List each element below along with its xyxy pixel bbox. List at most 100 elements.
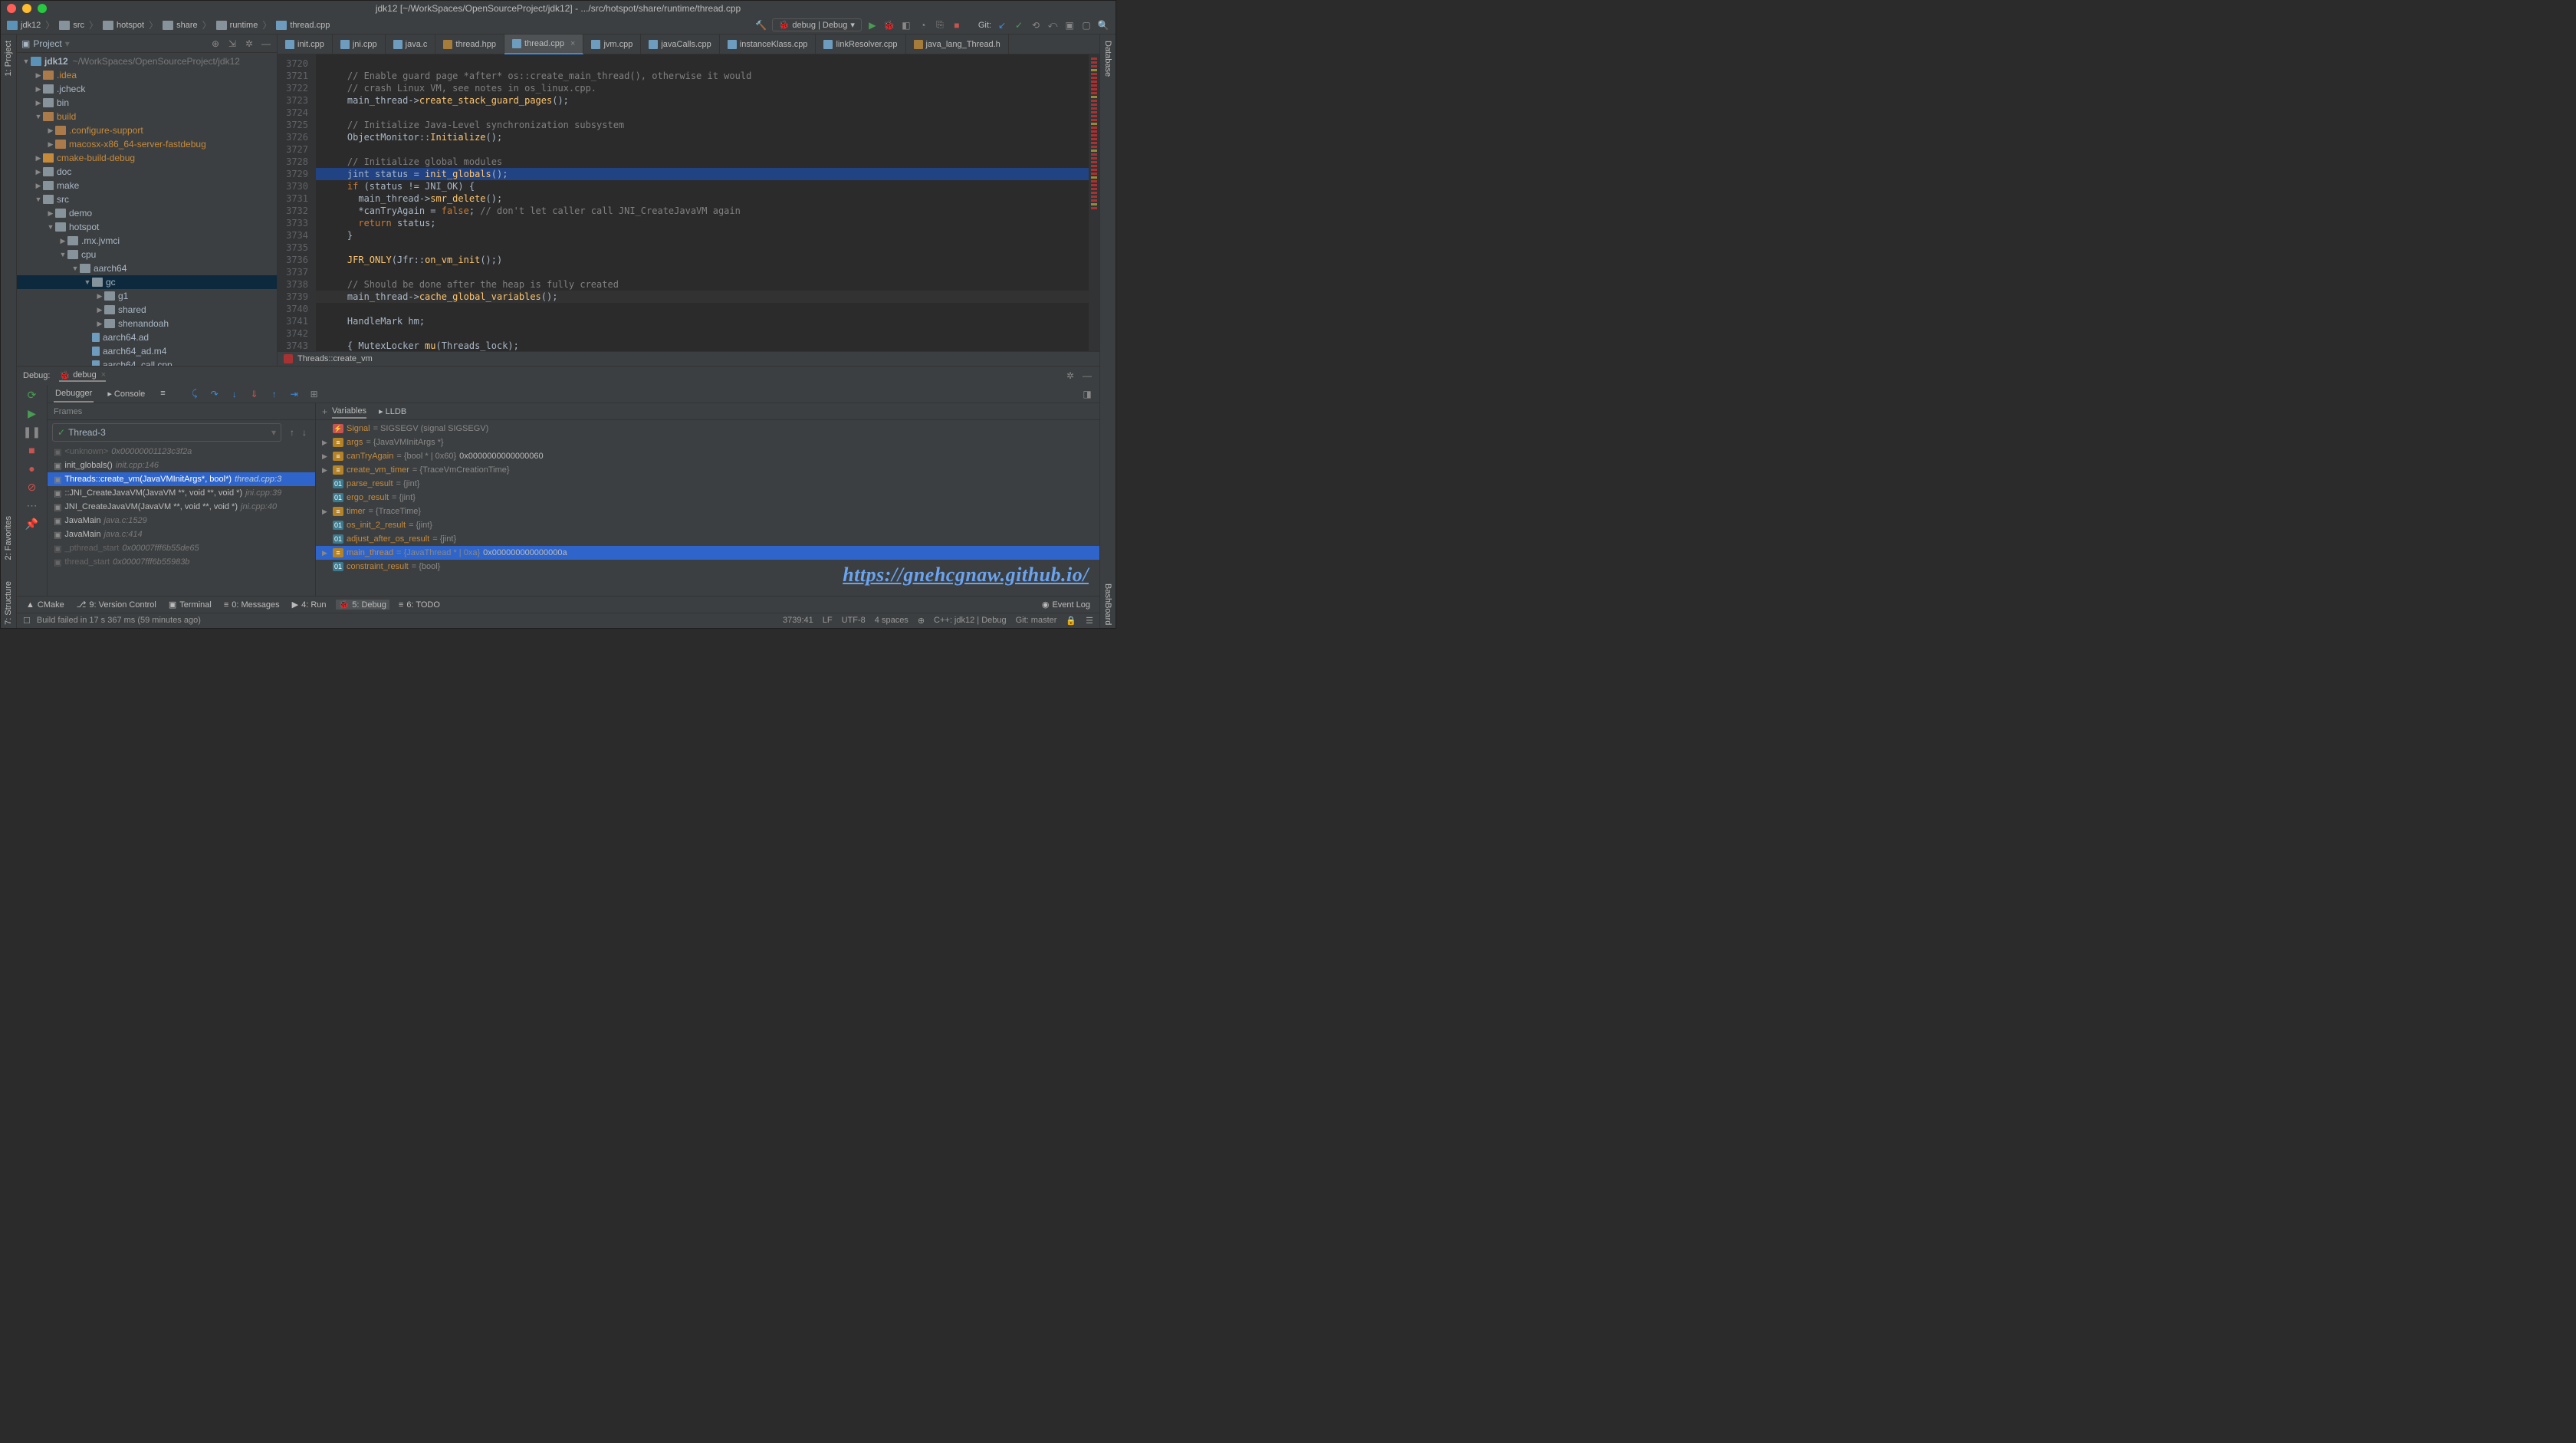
tree-row[interactable]: ▶cmake-build-debug (17, 151, 277, 165)
editor-tab[interactable]: instanceKlass.cpp (720, 35, 816, 54)
stack-frame[interactable]: ▣_pthread_start0x00007fff6b55de65 (48, 541, 315, 555)
layout-icon[interactable]: ▣ (1063, 19, 1076, 31)
code-line[interactable] (325, 143, 1089, 156)
variable-row[interactable]: ▶≡args = {JavaVMInitArgs *} (316, 436, 1099, 449)
code-line[interactable]: main_thread->smr_delete(); (325, 192, 1089, 205)
line-separator[interactable]: LF (823, 616, 833, 626)
code-line[interactable]: *canTryAgain = false; // don't let calle… (325, 205, 1089, 217)
cmake-tool[interactable]: ▲ CMake (23, 600, 67, 610)
code-line[interactable]: return status; (325, 217, 1089, 229)
code-line[interactable]: // Enable guard page *after* os::create_… (325, 70, 1089, 82)
database-tool-tab[interactable]: Database (1103, 38, 1112, 80)
variable-row[interactable]: ⚡Signal = SIGSEGV (signal SIGSEGV) (316, 422, 1099, 436)
code-line[interactable]: // Should be done after the heap is full… (325, 278, 1089, 291)
code-line[interactable]: main_thread->create_stack_guard_pages(); (325, 94, 1089, 107)
debug-tool[interactable]: 🐞 5: Debug (336, 600, 389, 610)
hide-panel-icon[interactable]: — (260, 38, 272, 50)
collapse-icon[interactable]: ⇲ (226, 38, 238, 50)
messages-tool[interactable]: ≡ 0: Messages (221, 600, 283, 610)
stack-frame[interactable]: ▣Threads::create_vm(JavaVMInitArgs*, boo… (48, 472, 315, 486)
variable-row[interactable]: 01ergo_result = {jint} (316, 491, 1099, 505)
tree-row[interactable]: ▶doc (17, 165, 277, 179)
code-line[interactable] (325, 107, 1089, 119)
settings-button[interactable]: ⋯ (25, 498, 39, 512)
frame-down-icon[interactable]: ↓ (298, 426, 310, 439)
vcs-tool[interactable]: ⎇ 9: Version Control (74, 600, 159, 610)
tree-row[interactable]: ▶.jcheck (17, 82, 277, 96)
code-breadcrumb[interactable]: Threads::create_vm (297, 354, 373, 363)
editor-tab[interactable]: java_lang_Thread.h (906, 35, 1009, 54)
layout-right-icon[interactable]: ◨ (1081, 388, 1093, 400)
evaluate-icon[interactable]: ⊞ (308, 388, 320, 400)
tree-row[interactable]: ▶shenandoah (17, 317, 277, 330)
tree-row[interactable]: ▶demo (17, 206, 277, 220)
code-line[interactable]: { MutexLocker mu(Threads_lock); (325, 340, 1089, 351)
tree-row[interactable]: ▼hotspot (17, 220, 277, 234)
tree-row[interactable]: aarch64.ad (17, 330, 277, 344)
editor-tab[interactable]: jvm.cpp (583, 35, 641, 54)
git-update-icon[interactable]: ↙ (996, 19, 1008, 31)
threads-icon[interactable]: ≡ (159, 386, 166, 403)
debug-button[interactable]: 🐞 (883, 19, 895, 31)
debugger-tab[interactable]: Debugger (54, 386, 94, 403)
pin-button[interactable]: 📌 (25, 517, 39, 531)
editor-tab[interactable]: init.cpp (278, 35, 333, 54)
breakpoints-button[interactable]: ● (25, 462, 39, 475)
debug-hide-icon[interactable]: — (1081, 370, 1093, 382)
code-line[interactable] (325, 327, 1089, 340)
tree-row[interactable]: ▼src (17, 192, 277, 206)
tree-row[interactable]: aarch64_ad.m4 (17, 344, 277, 358)
tree-row[interactable]: ▶make (17, 179, 277, 192)
editor-tab[interactable]: javaCalls.cpp (641, 35, 719, 54)
resume-button[interactable]: ▶ (25, 406, 39, 420)
tree-row[interactable]: ▶g1 (17, 289, 277, 303)
code-line[interactable]: // Initialize global modules (325, 156, 1089, 168)
editor-tab[interactable]: jni.cpp (333, 35, 386, 54)
favorites-tool-tab[interactable]: 2: Favorites (4, 513, 13, 563)
editor-tab[interactable]: java.c (386, 35, 436, 54)
debug-session-tab[interactable]: 🐞 debug × (59, 370, 106, 382)
tree-row[interactable]: ▼build (17, 110, 277, 123)
frame-up-icon[interactable]: ↑ (286, 426, 298, 439)
variable-row[interactable]: ▶≡canTryAgain = {bool * | 0x60} 0x000000… (316, 449, 1099, 463)
stack-frame[interactable]: ▣init_globals()init.cpp:146 (48, 459, 315, 472)
run-button[interactable]: ▶ (866, 19, 879, 31)
settings-icon[interactable]: ✲ (243, 38, 255, 50)
tree-row[interactable]: aarch64_call.cpp (17, 358, 277, 366)
tree-row[interactable]: ▶bin (17, 96, 277, 110)
build-icon[interactable]: 🔨 (755, 19, 767, 31)
breadcrumb-item[interactable]: jdk12 (7, 21, 41, 30)
project-root[interactable]: ▼ jdk12 ~/WorkSpaces/OpenSourceProject/j… (17, 54, 277, 68)
tree-row[interactable]: ▶.configure-support (17, 123, 277, 137)
git-revert-icon[interactable]: ⤺ (1046, 19, 1059, 31)
code-line[interactable]: jint status = init_globals(); (316, 168, 1089, 180)
tree-row[interactable]: ▼cpu (17, 248, 277, 261)
tree-row[interactable]: ▼gc (17, 275, 277, 289)
tree-row[interactable]: ▶.mx.jvmci (17, 234, 277, 248)
breadcrumb-item[interactable]: hotspot (103, 21, 144, 30)
stack-frame[interactable]: ▣JavaMainjava.c:414 (48, 528, 315, 541)
variable-row[interactable]: ▶≡main_thread = {JavaThread * | 0xa} 0x0… (316, 546, 1099, 560)
search-icon[interactable]: 🔍 (1097, 19, 1109, 31)
run-tool[interactable]: ▶ 4: Run (289, 600, 330, 610)
variable-row[interactable]: 01parse_result = {jint} (316, 477, 1099, 491)
tree-row[interactable]: ▶.idea (17, 68, 277, 82)
step-into-icon[interactable]: ↓ (228, 388, 241, 400)
variable-row[interactable]: 01adjust_after_os_result = {jint} (316, 532, 1099, 546)
code-line[interactable] (325, 303, 1089, 315)
code-line[interactable]: // crash Linux VM, see notes in os_linux… (325, 82, 1089, 94)
variables-tab[interactable]: Variables (332, 405, 366, 419)
stack-frame[interactable]: ▣<unknown>0x00000001123c3f2a (48, 445, 315, 459)
code-line[interactable]: // Initialize Java-Level synchronization… (325, 119, 1089, 131)
variable-row[interactable]: ▶≡create_vm_timer = {TraceVmCreationTime… (316, 463, 1099, 477)
step-out-icon[interactable]: ↑ (268, 388, 281, 400)
profile-icon[interactable]: ◔ (917, 19, 929, 31)
debug-settings-icon[interactable]: ✲ (1064, 370, 1076, 382)
code-line[interactable]: } (325, 229, 1089, 242)
tree-row[interactable]: ▶macosx-x86_64-server-fastdebug (17, 137, 277, 151)
cursor-position[interactable]: 3739:41 (783, 616, 813, 626)
stack-frame[interactable]: ▣thread_start0x00007fff6b55983b (48, 555, 315, 569)
mute-bp-button[interactable]: ⊘ (25, 480, 39, 494)
event-log[interactable]: ◉ Event Log (1039, 600, 1093, 610)
git-commit-icon[interactable]: ✓ (1013, 19, 1025, 31)
